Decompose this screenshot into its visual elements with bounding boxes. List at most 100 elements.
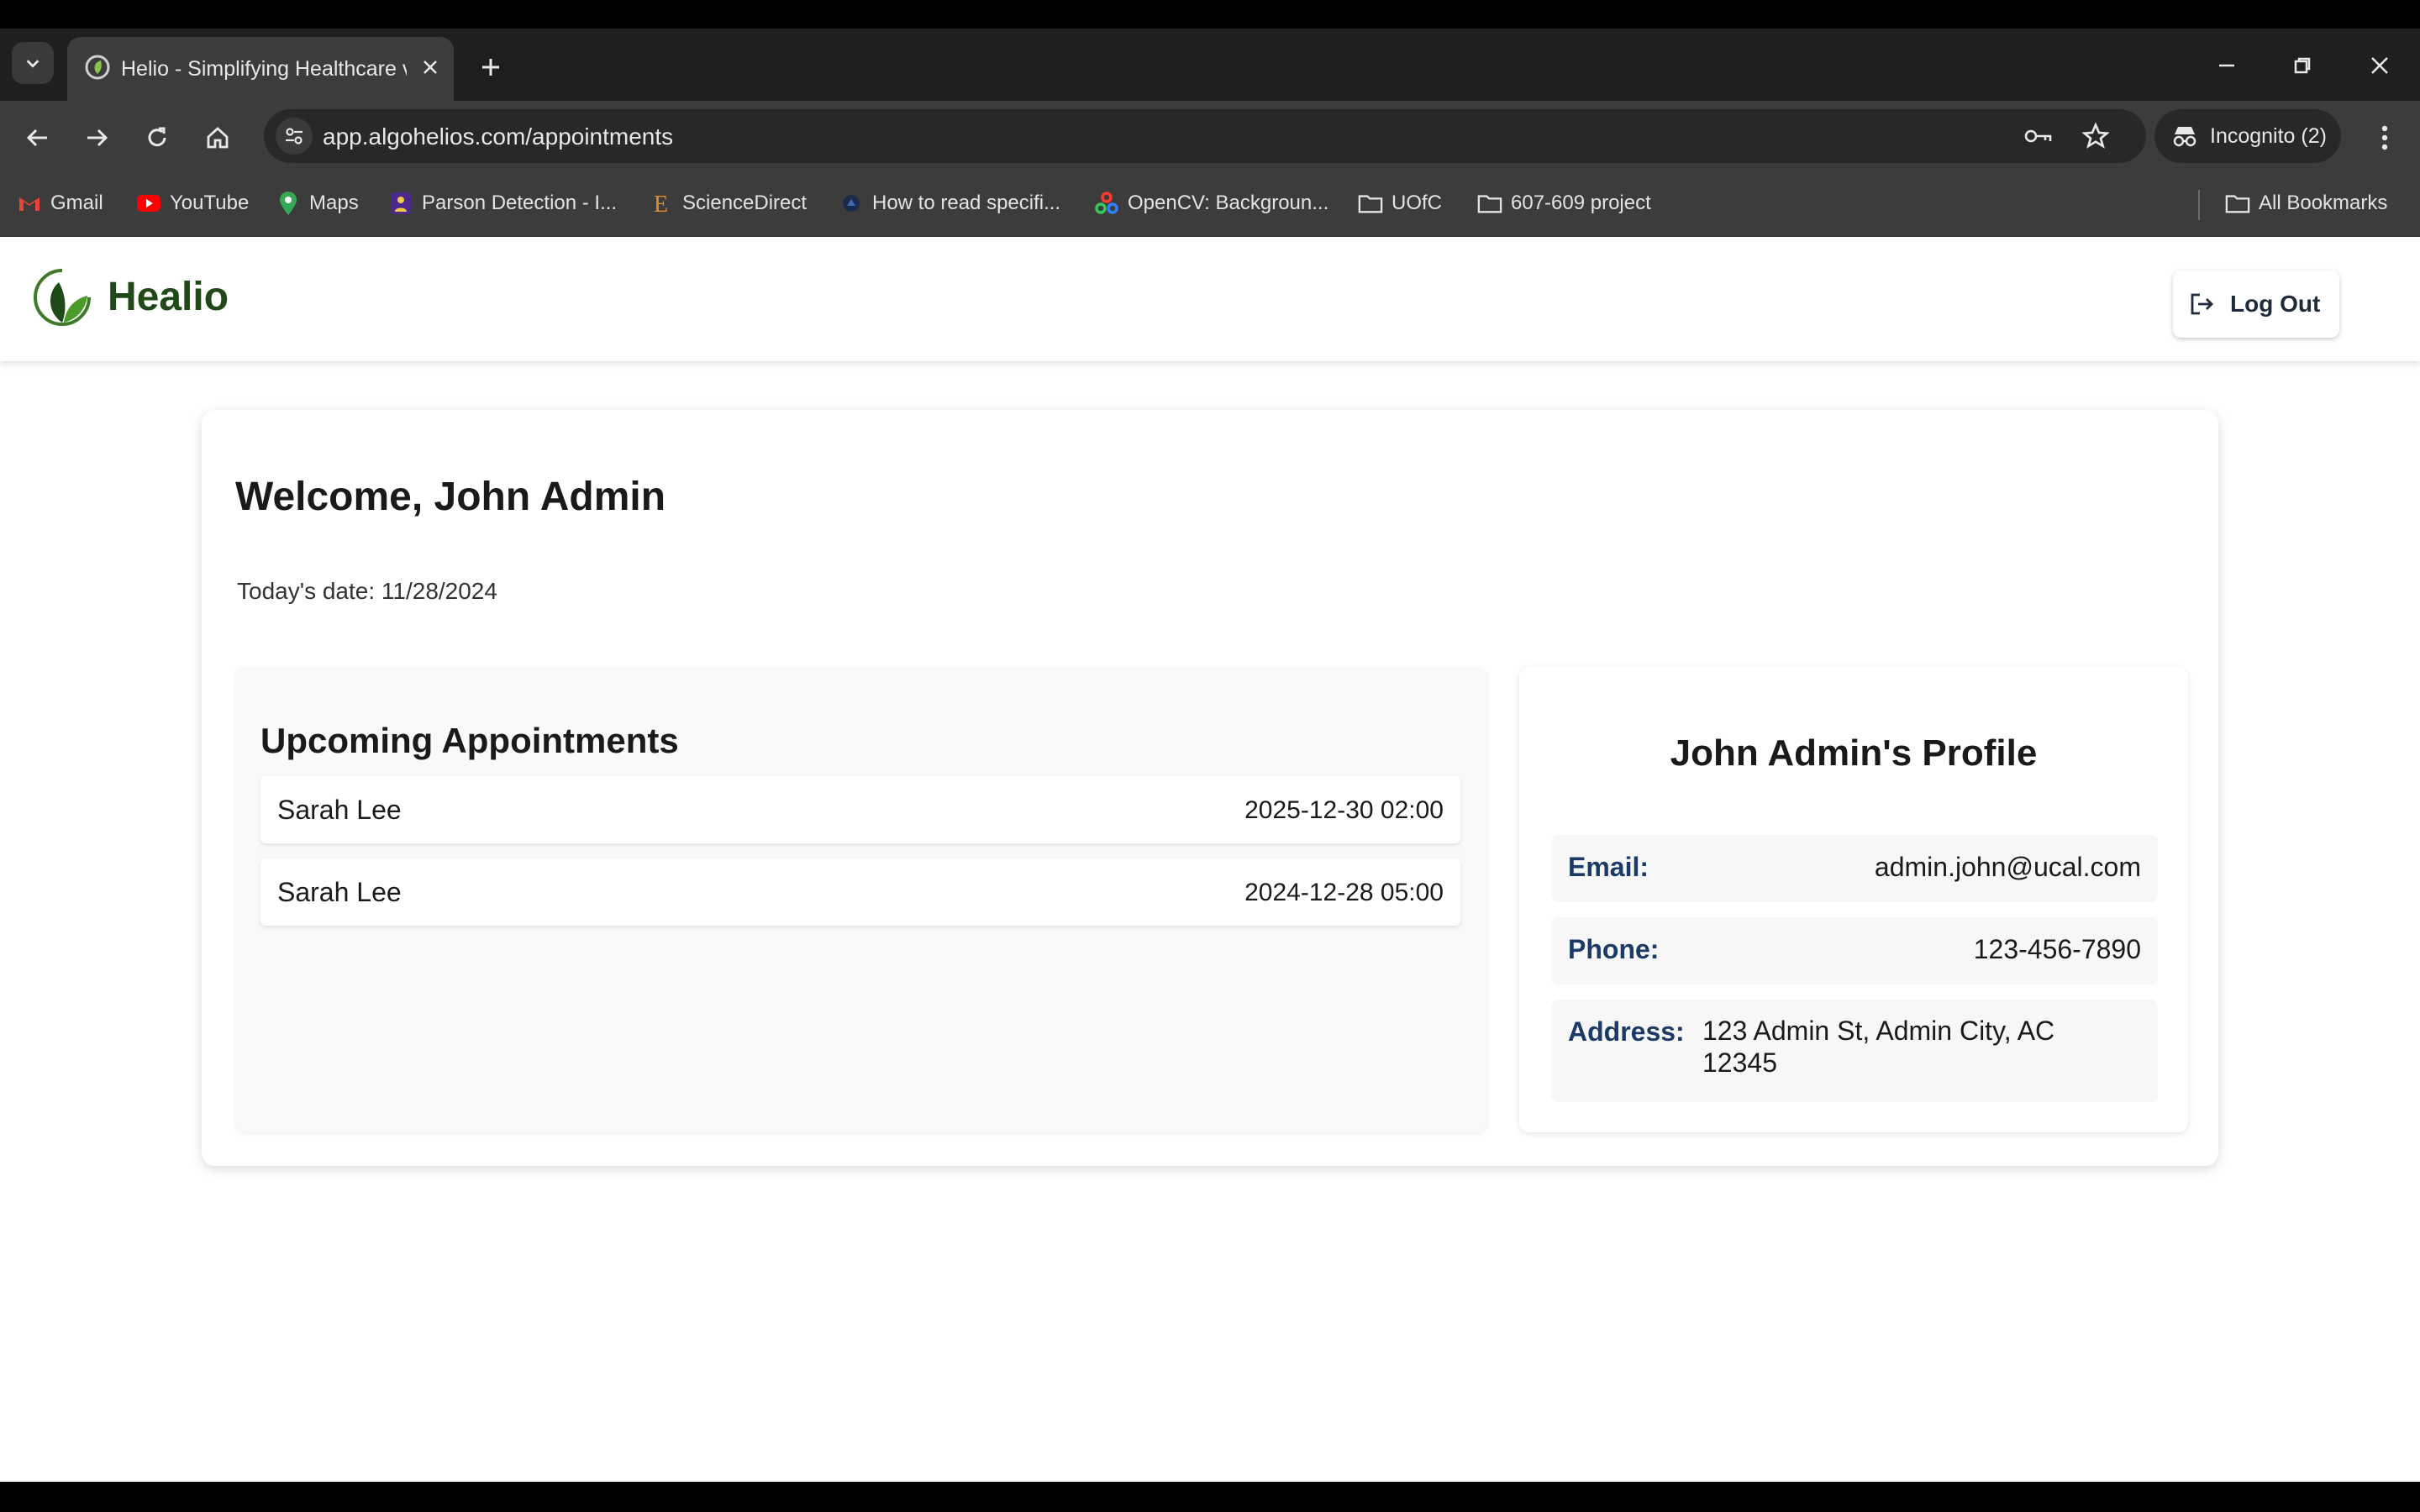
minimize-icon	[2219, 64, 2234, 67]
star-icon	[2082, 123, 2109, 149]
bookmark-person-detection[interactable]: Parson Detection - I...	[388, 185, 617, 222]
healio-logo-icon	[34, 269, 91, 326]
logout-label: Log Out	[2230, 291, 2321, 317]
bookmark-label: OpenCV: Backgroun...	[1128, 192, 1329, 214]
all-bookmarks-button[interactable]: All Bookmarks	[2225, 185, 2387, 222]
new-tab-button[interactable]	[472, 49, 509, 86]
bookmark-how-to-read[interactable]: How to read specifi...	[839, 185, 1060, 222]
bookmark-label: Parson Detection - I...	[422, 192, 618, 214]
email-label: Email:	[1568, 852, 1649, 882]
more-vertical-icon	[2381, 125, 2388, 150]
appointment-item[interactable]: Sarah Lee 2024-12-28 05:00	[260, 858, 1460, 926]
bookmarks-divider	[2198, 190, 2200, 220]
arrow-right-icon	[87, 129, 108, 147]
key-icon	[2024, 129, 2052, 143]
youtube-icon	[136, 191, 161, 216]
person-detection-icon	[388, 191, 413, 216]
incognito-label: Incognito (2)	[2210, 123, 2327, 148]
folder-icon	[2225, 191, 2250, 216]
restore-icon	[2294, 57, 2311, 74]
home-icon	[207, 127, 229, 149]
bookmarks-bar: Gmail YouTube Maps Parson Detection - I.…	[0, 173, 2420, 237]
appointment-patient: Sarah Lee	[277, 877, 402, 907]
appointment-patient: Sarah Lee	[277, 795, 402, 825]
home-button[interactable]	[197, 117, 239, 159]
dashboard-card: Welcome, John Admin Today's date: 11/28/…	[202, 410, 2218, 1166]
address-label: Address:	[1568, 1016, 1685, 1047]
back-button[interactable]	[17, 117, 59, 159]
page-icon	[839, 191, 864, 216]
tab-title: Helio - Simplifying Healthcare v	[121, 57, 407, 81]
url-text: app.algohelios.com/appointments	[323, 123, 674, 150]
all-bookmarks-label: All Bookmarks	[2259, 192, 2388, 214]
bookmark-sciencedirect[interactable]: E ScienceDirect	[649, 185, 807, 222]
logout-icon	[2191, 293, 2213, 315]
bookmark-label: ScienceDirect	[682, 192, 808, 214]
address-bar[interactable]: app.algohelios.com/appointments	[264, 109, 2146, 163]
appointments-title: Upcoming Appointments	[260, 721, 679, 760]
today-date: Today's date: 11/28/2024	[237, 578, 497, 604]
bookmark-label: UOfC	[1392, 192, 1442, 214]
close-icon	[2371, 57, 2388, 74]
bookmark-opencv[interactable]: OpenCV: Backgroun...	[1094, 185, 1328, 222]
reload-icon	[148, 127, 166, 147]
browser-menu-button[interactable]	[2368, 117, 2402, 159]
title-bar	[0, 0, 2420, 29]
incognito-icon	[2173, 127, 2196, 147]
email-value: admin.john@ucal.com	[1874, 852, 2141, 882]
sciencedirect-icon: E	[649, 191, 674, 216]
bookmark-label: Gmail	[50, 192, 103, 214]
browser-chrome: Helio - Simplifying Healthcare v app.alg…	[0, 0, 2420, 237]
gmail-icon	[17, 191, 42, 216]
welcome-heading: Welcome, John Admin	[235, 475, 666, 519]
close-icon	[424, 60, 437, 74]
bookmark-folder-uofc[interactable]: UOfC	[1358, 185, 1442, 222]
appointment-datetime: 2024-12-28 05:00	[1244, 879, 1444, 906]
maps-icon	[276, 191, 301, 216]
arrow-left-icon	[26, 129, 47, 147]
favicon-icon	[85, 55, 110, 80]
restore-button[interactable]	[2277, 47, 2328, 84]
active-tab[interactable]: Helio - Simplifying Healthcare v	[67, 37, 454, 101]
brand-name: Healio	[108, 275, 229, 319]
profile-email-row: Email: admin.john@ucal.com	[1551, 835, 2158, 902]
forward-button[interactable]	[76, 117, 118, 159]
folder-icon	[1358, 191, 1383, 216]
address-value: 123 Admin St, Admin City, AC 12345	[1702, 1016, 2055, 1078]
site-info-button[interactable]	[276, 118, 313, 155]
opencv-icon	[1094, 191, 1119, 216]
folder-icon	[1477, 191, 1502, 216]
phone-value: 123-456-7890	[1973, 934, 2141, 964]
profile-panel: John Admin's Profile Email: admin.john@u…	[1519, 667, 2188, 1132]
profile-address-row: Address: 123 Admin St, Admin City, AC 12…	[1551, 1000, 2158, 1102]
profile-phone-row: Phone: 123-456-7890	[1551, 917, 2158, 984]
bookmark-label: 607-609 project	[1511, 192, 1651, 214]
appointment-item[interactable]: Sarah Lee 2025-12-30 02:00	[260, 776, 1460, 843]
tab-close-button[interactable]	[415, 52, 445, 82]
tab-strip: Helio - Simplifying Healthcare v	[0, 29, 2420, 101]
bookmark-star-button[interactable]	[2079, 119, 2112, 153]
bookmark-maps[interactable]: Maps	[276, 185, 359, 222]
reload-button[interactable]	[136, 117, 178, 159]
tab-search-button[interactable]	[12, 42, 54, 84]
bookmark-label: YouTube	[170, 192, 250, 214]
bottom-letterbox	[0, 1482, 2420, 1512]
close-window-button[interactable]	[2354, 47, 2405, 84]
minimize-button[interactable]	[2202, 47, 2252, 84]
phone-label: Phone:	[1568, 934, 1660, 964]
bookmark-folder-607-609[interactable]: 607-609 project	[1477, 185, 1651, 222]
browser-toolbar: app.algohelios.com/appointments Incognit…	[0, 101, 2420, 173]
upcoming-appointments-panel: Upcoming Appointments Sarah Lee 2025-12-…	[235, 667, 1487, 1132]
password-key-button[interactable]	[2022, 121, 2055, 151]
logout-button[interactable]: Log Out	[2173, 270, 2339, 338]
appointment-datetime: 2025-12-30 02:00	[1244, 796, 1444, 824]
bookmark-label: How to read specifi...	[872, 192, 1061, 214]
incognito-indicator[interactable]: Incognito (2)	[2154, 109, 2341, 163]
app-header: Healio Log Out	[0, 237, 2420, 361]
web-page: Healio Log Out Welcome, John Admin Today…	[0, 237, 2420, 1482]
plus-icon	[482, 59, 499, 76]
bookmark-gmail[interactable]: Gmail	[17, 185, 103, 222]
chevron-down-icon	[26, 60, 39, 68]
svg-text:E: E	[654, 192, 668, 215]
bookmark-youtube[interactable]: YouTube	[136, 185, 249, 222]
